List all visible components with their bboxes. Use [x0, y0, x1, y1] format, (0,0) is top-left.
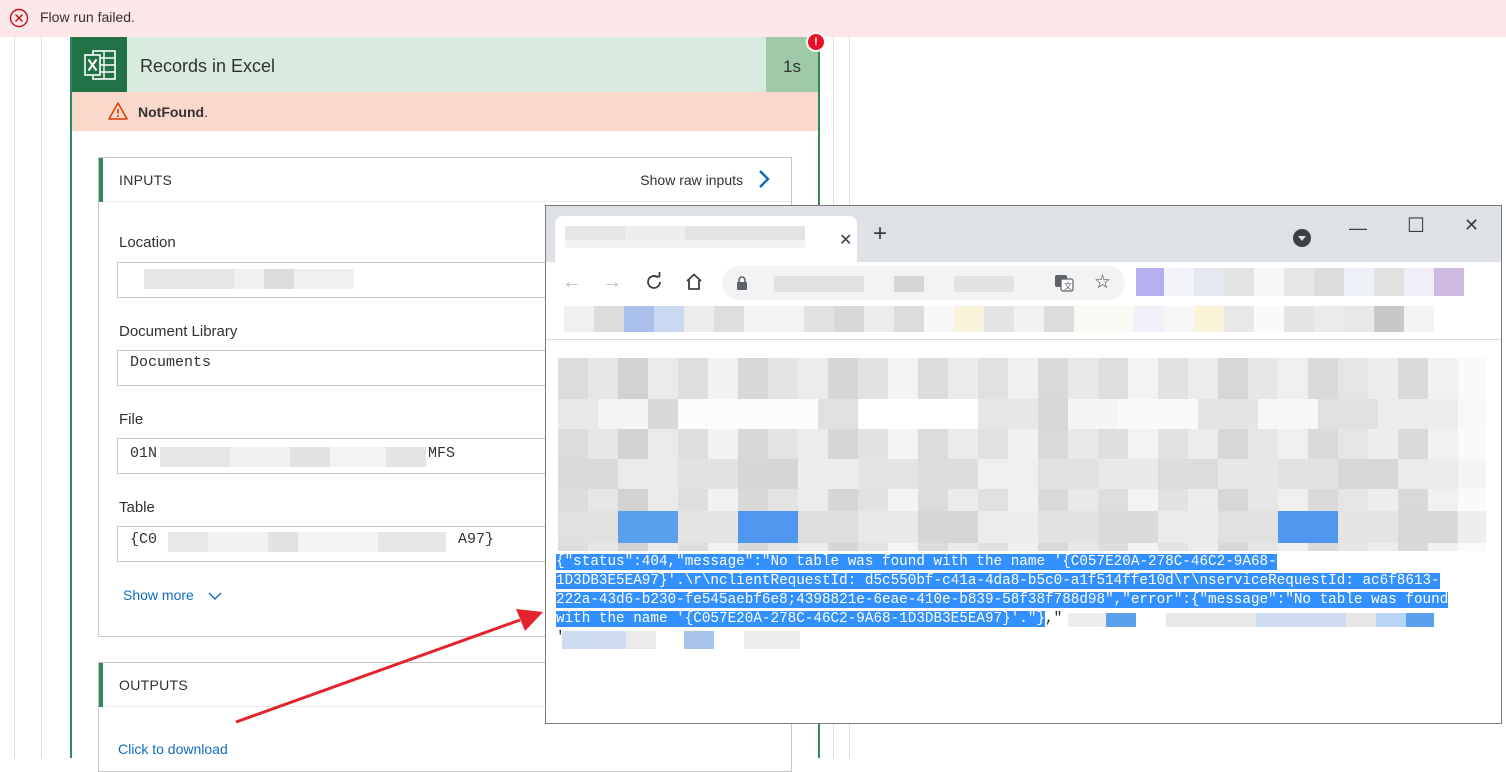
annotation-arrow — [235, 609, 543, 724]
